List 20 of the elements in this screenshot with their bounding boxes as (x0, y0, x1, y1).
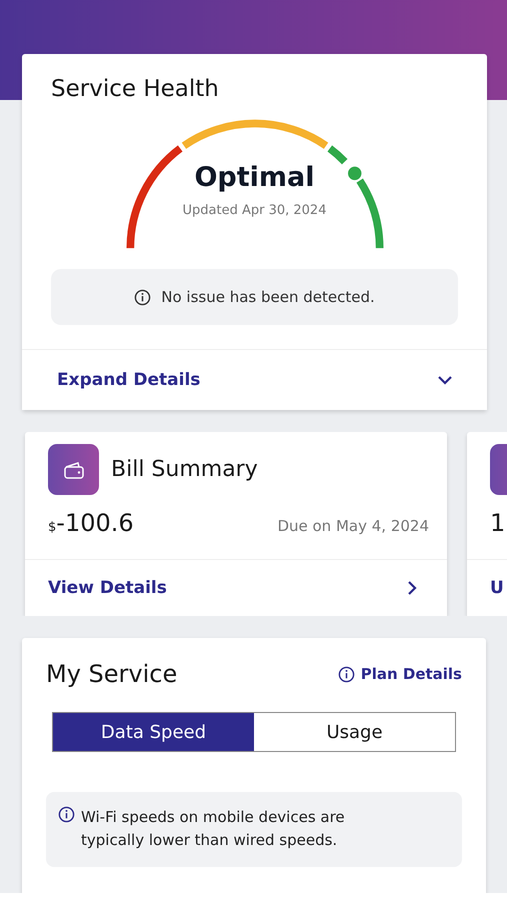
due-date: Due on May 4, 2024 (277, 517, 429, 535)
chevron-right-icon (407, 580, 417, 596)
card-title: Bill Summary (111, 457, 258, 482)
bill-amount: 1 (490, 509, 506, 537)
plan-details-link[interactable]: Plan Details (338, 665, 462, 683)
info-text: Wi-Fi speeds on mobile devices are typically lower than wired speeds. (81, 807, 346, 852)
notice-text: No issue has been detected. (161, 288, 375, 306)
info-icon (134, 288, 152, 306)
card-title: My Service (46, 660, 178, 688)
info-icon (338, 666, 355, 682)
expand-details-button[interactable]: Expand Details (22, 349, 487, 410)
view-details-link[interactable]: U (467, 559, 507, 616)
info-icon (58, 806, 75, 823)
card-title: Service Health (50, 76, 220, 102)
updated-date: Updated Apr 30, 2024 (182, 203, 326, 218)
chevron-down-icon (437, 375, 453, 385)
view-details-link[interactable]: View Details (25, 559, 447, 616)
segment-tab[interactable]: Data Speed (53, 713, 254, 751)
bill-amount: $-100.6 (48, 509, 134, 537)
status-label: Optimal (194, 162, 315, 193)
